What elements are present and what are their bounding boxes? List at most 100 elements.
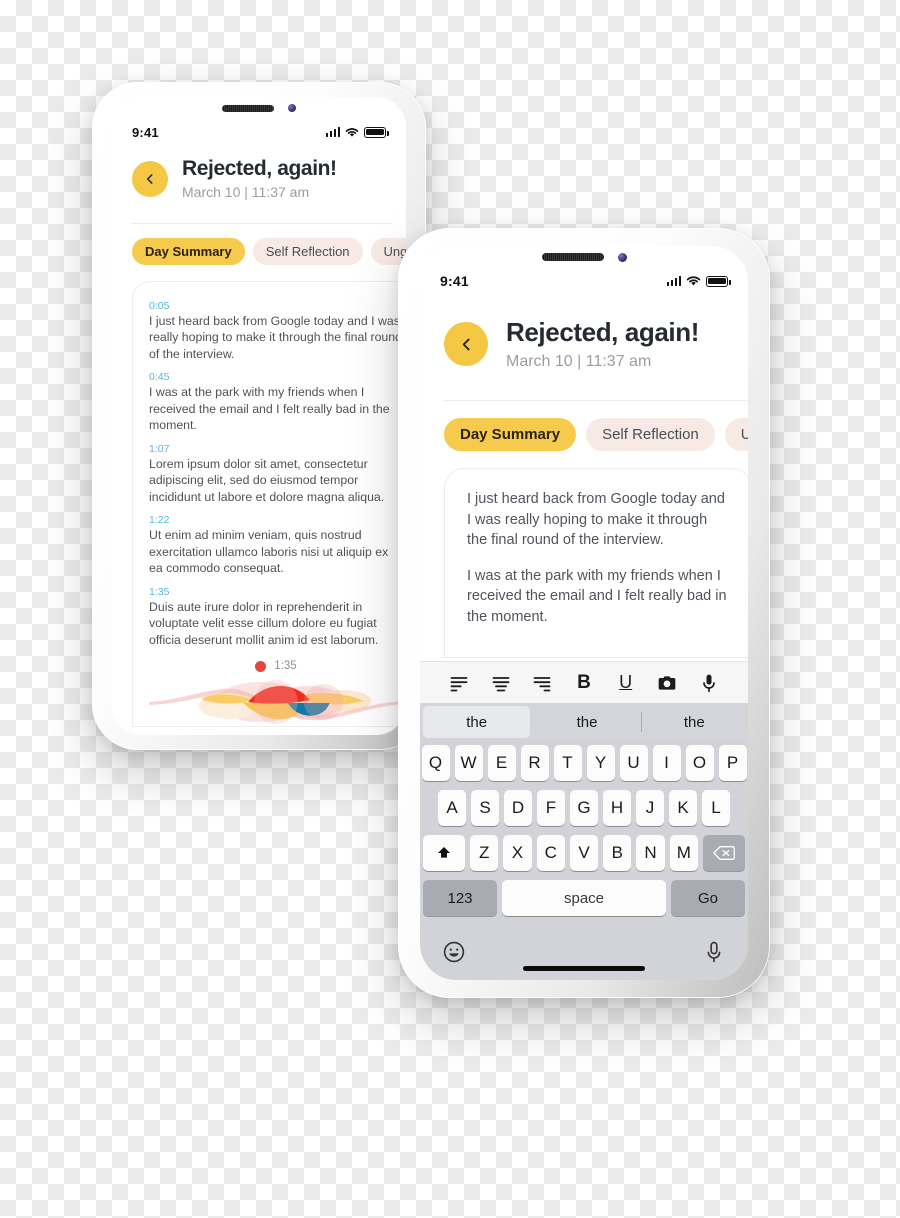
- chevron-left-icon: [146, 174, 153, 184]
- key-t[interactable]: T: [553, 745, 582, 781]
- key-u[interactable]: U: [619, 745, 648, 781]
- numeric-mode-key[interactable]: 123: [423, 880, 497, 916]
- transcript-entry: 1:35 Duis aute irure dolor in reprehende…: [149, 586, 403, 648]
- key-i[interactable]: I: [652, 745, 681, 781]
- keyboard-rows: Q W E R T Y U I O P A S D F G H J K L Z …: [420, 741, 748, 916]
- underline-icon[interactable]: U: [612, 669, 640, 697]
- key-h[interactable]: H: [603, 790, 631, 826]
- key-z[interactable]: Z: [470, 835, 499, 871]
- phone-one-notch: [112, 97, 406, 119]
- recording-status: 1:35: [149, 660, 403, 672]
- key-b[interactable]: B: [603, 835, 632, 871]
- keyboard-row-1: Q W E R T Y U I O P: [421, 745, 747, 781]
- key-j[interactable]: J: [636, 790, 664, 826]
- header-title-block: Rejected, again! March 10 | 11:37 am: [182, 157, 337, 200]
- record-dot-icon: [255, 660, 267, 672]
- home-indicator-bar: [523, 966, 645, 971]
- key-w[interactable]: W: [454, 745, 483, 781]
- page-subtitle: March 10 | 11:37 am: [506, 352, 652, 370]
- key-l[interactable]: L: [702, 790, 730, 826]
- key-e[interactable]: E: [487, 745, 516, 781]
- phone-one-tab-chips: Day Summary Self Reflection Ungu: [132, 238, 406, 265]
- transcript-card[interactable]: 0:05 I just heard back from Google today…: [132, 281, 406, 727]
- key-q[interactable]: Q: [421, 745, 450, 781]
- transcript-text: Duis aute irure dolor in reprehenderit i…: [149, 599, 379, 647]
- phone-two-tab-chips: Day Summary Self Reflection Ungu: [444, 418, 748, 451]
- key-r[interactable]: R: [520, 745, 549, 781]
- camera-icon[interactable]: [653, 669, 681, 697]
- tab-day-summary[interactable]: Day Summary: [444, 418, 577, 451]
- keyboard-bottom-bar: [420, 925, 748, 980]
- key-p[interactable]: P: [718, 745, 747, 781]
- backspace-key[interactable]: [702, 835, 745, 871]
- transcript-timestamp: 1:22: [149, 514, 170, 527]
- header-divider: [444, 400, 748, 401]
- microphone-icon[interactable]: [695, 669, 723, 697]
- editor-paragraph: I just heard back from Google today and …: [467, 491, 725, 549]
- transcript-text: Lorem ipsum dolor sit amet, consectetur …: [149, 456, 385, 504]
- tab-day-summary[interactable]: Day Summary: [132, 238, 245, 265]
- shift-arrow-up-icon: [438, 847, 451, 858]
- bold-icon[interactable]: B: [570, 669, 598, 697]
- phone-mockup-transcript: 9:41 Rejected, again! March 10 | 11:37 a…: [92, 82, 426, 750]
- key-d[interactable]: D: [504, 790, 532, 826]
- microphone-icon: [707, 941, 721, 962]
- emoji-key[interactable]: [442, 940, 466, 969]
- backspace-delete-icon: [712, 846, 735, 860]
- key-v[interactable]: V: [569, 835, 599, 871]
- tab-self-reflection[interactable]: Self Reflection: [586, 418, 715, 451]
- key-g[interactable]: G: [570, 790, 598, 826]
- on-screen-keyboard: the the the Q W E R T Y U I O P A S D F …: [420, 703, 748, 980]
- suggestion-bar: the the the: [420, 703, 748, 741]
- emoji-smiley-icon: [443, 941, 465, 962]
- shift-key[interactable]: [423, 835, 466, 871]
- transcript-timestamp: 0:45: [149, 371, 170, 384]
- keyboard-row-4: 123 space Go: [423, 880, 745, 916]
- suggestion-item[interactable]: the: [640, 703, 748, 741]
- back-button[interactable]: [444, 322, 488, 366]
- suggestion-item[interactable]: the: [423, 706, 531, 738]
- dictation-key[interactable]: [702, 940, 726, 969]
- phone-two-app-header: Rejected, again! March 10 | 11:37 am: [420, 317, 748, 371]
- tab-self-reflection[interactable]: Self Reflection: [252, 238, 363, 265]
- return-key[interactable]: Go: [671, 880, 745, 916]
- suggestion-item[interactable]: the: [533, 703, 640, 741]
- keyboard-row-2: A S D F G H J K L: [423, 790, 745, 826]
- page-subtitle: March 10 | 11:37 am: [182, 184, 310, 201]
- key-m[interactable]: M: [669, 835, 698, 871]
- record-elapsed-time: 1:35: [274, 660, 297, 673]
- transcript-entry: 1:07 Lorem ipsum dolor sit amet, consect…: [149, 443, 403, 505]
- audio-waveform-icon: [149, 680, 403, 725]
- transcript-text: I was at the park with my friends when I…: [149, 385, 390, 433]
- align-left-icon[interactable]: [445, 669, 473, 697]
- tab-ungu[interactable]: Ungu: [724, 418, 748, 451]
- key-o[interactable]: O: [685, 745, 714, 781]
- key-n[interactable]: N: [636, 835, 665, 871]
- transcript-entry: 0:05 I just heard back from Google today…: [149, 300, 403, 362]
- speaker-grille-icon: [541, 253, 604, 261]
- key-a[interactable]: A: [438, 790, 466, 826]
- key-f[interactable]: F: [537, 790, 565, 826]
- page-title: Rejected, again!: [506, 317, 699, 347]
- chevron-left-icon: [462, 338, 470, 350]
- back-button[interactable]: [132, 161, 168, 197]
- align-center-icon[interactable]: [487, 669, 515, 697]
- key-y[interactable]: Y: [586, 745, 615, 781]
- note-editor[interactable]: I just heard back from Google today and …: [444, 468, 748, 658]
- transcript-entry: 0:45 I was at the park with my friends w…: [149, 371, 403, 433]
- key-x[interactable]: X: [503, 835, 532, 871]
- status-time: 9:41: [132, 124, 159, 140]
- battery-full-icon: [706, 275, 731, 287]
- phone-one-screen: 9:41 Rejected, again! March 10 | 11:37 a…: [112, 97, 406, 735]
- formatting-toolbar: B U: [420, 661, 748, 703]
- phone-one-app-header: Rejected, again! March 10 | 11:37 am: [112, 157, 406, 200]
- cellular-bars-icon: [666, 276, 681, 286]
- header-divider: [132, 223, 392, 224]
- align-right-icon[interactable]: [528, 669, 556, 697]
- key-s[interactable]: S: [471, 790, 499, 826]
- transcript-entry: 1:22 Ut enim ad minim veniam, quis nostr…: [149, 514, 403, 576]
- key-k[interactable]: K: [669, 790, 697, 826]
- key-c[interactable]: C: [536, 835, 565, 871]
- space-key[interactable]: space: [502, 880, 666, 916]
- status-icons: [325, 126, 389, 138]
